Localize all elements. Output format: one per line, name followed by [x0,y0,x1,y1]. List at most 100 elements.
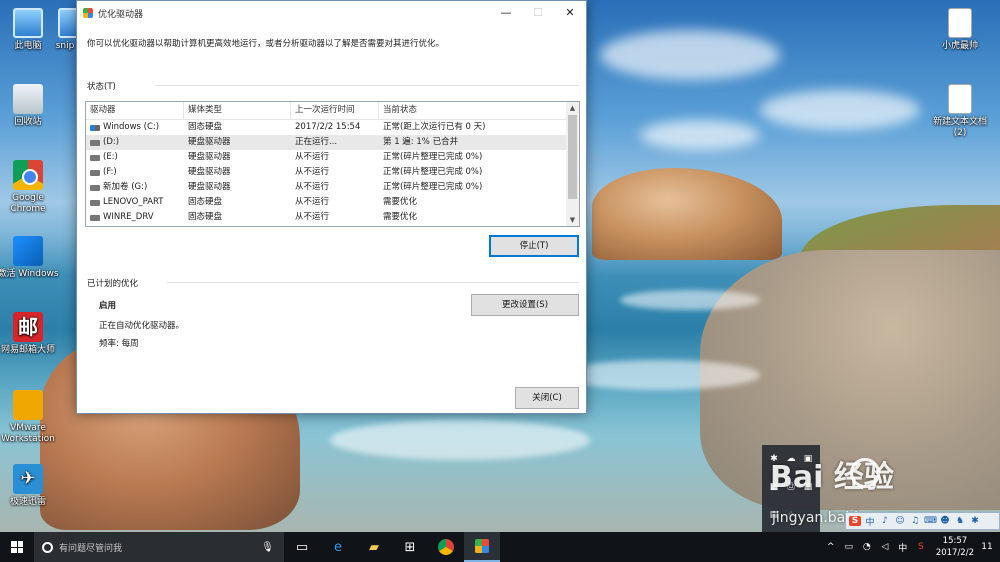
netease-mail-icon: 邮 [13,312,43,342]
volume-icon[interactable]: ◁ [878,542,892,552]
cortana-search-box[interactable]: 有问题尽管问我 🎙 [34,532,284,562]
column-header-drive[interactable]: 驱动器 [86,102,184,119]
search-placeholder: 有问题尽管问我 [59,543,123,554]
drive-row[interactable]: (F:) 硬盘驱动器 从不运行 正常(碎片整理已完成 0%) [86,165,579,180]
toolbox-icon[interactable]: ✱ [969,516,981,526]
clock-time: 15:57 [942,536,968,546]
stop-button[interactable]: 停止(T) [489,235,579,257]
drive-name: (D:) [103,137,120,147]
drive-row[interactable]: Windows (C:) 固态硬盘 2017/2/2 15:54 正常(距上次运行已有… [86,120,579,135]
media-type-cell: 硬盘驱动器 [188,137,231,147]
cloud [760,90,920,130]
desktop-icon-netease-mail[interactable]: 邮 网易邮箱大师 [0,312,60,356]
show-hidden-icons-icon[interactable]: ^ [824,542,838,552]
text-file-icon [948,84,972,114]
edge-icon[interactable]: e [320,532,356,562]
status-group-label: 状态(T) [87,82,116,92]
desktop-icon-text-file-1[interactable]: 小虎最帅 [928,8,992,52]
wifi-icon[interactable]: ◔ [860,542,874,552]
title-bar[interactable]: 优化驱动器 — ☐ ✕ [77,1,586,25]
store-icon[interactable]: ⊞ [392,532,428,562]
punctuation-icon[interactable]: ♪ [879,516,891,526]
drive-row[interactable]: 新加卷 (G:) 硬盘驱动器 从不运行 正常(碎片整理已完成 0%) [86,180,579,195]
start-button[interactable] [0,532,34,562]
scroll-up-icon[interactable]: ▲ [566,102,579,114]
hard-drive-icon [90,169,100,176]
column-header-media-type[interactable]: 媒体类型 [184,102,291,119]
drive-name-cell: 新加卷 (G:) [86,180,184,195]
hard-drive-icon [90,199,100,206]
file-explorer-icon[interactable]: ▰ [356,532,392,562]
list-header: 驱动器 媒体类型 上一次运行时间 当前状态 [86,102,579,120]
cloud [640,120,760,150]
divider [167,282,579,283]
desktop-icon-recycle-bin[interactable]: 回收站 [0,84,60,128]
last-run-cell: 从不运行 [295,182,330,192]
xunlei-icon: ✈ [13,464,43,494]
last-run-cell: 正在运行... [295,137,338,147]
recycle-bin-icon [13,84,43,114]
system-drive-icon [90,124,100,131]
chrome-taskbar-icon[interactable] [428,532,464,562]
task-view-icon[interactable]: ▭ [284,532,320,562]
user-icon[interactable]: ☻ [939,516,951,526]
ime-toolbar[interactable]: S 中 ♪ ☺ ♫ ⌨ ☻ ♞ ✱ [845,512,1000,530]
computer-icon [13,8,43,38]
clock[interactable]: 15:57 2017/2/2 [936,535,974,559]
sogou-logo-icon[interactable]: S [849,516,861,526]
schedule-description: 正在自动优化驱动器。 [99,321,185,331]
optimize-drives-window: 优化驱动器 — ☐ ✕ 你可以优化驱动器以帮助计算机更高效地运行，或者分析驱动器… [76,0,587,414]
scroll-thumb[interactable] [568,115,577,199]
keyboard-icon[interactable]: ⌨ [924,516,937,526]
wave-foam [330,420,590,460]
ime-mode[interactable]: 中 [864,515,876,528]
window-description: 你可以优化驱动器以帮助计算机更高效地运行，或者分析驱动器以了解是否需要对其进行优… [87,39,445,49]
scroll-down-icon[interactable]: ▼ [566,214,579,226]
desktop-icon-label: 极速迅雷 [9,497,46,507]
desktop-icon-chrome[interactable]: Google Chrome [0,160,60,215]
close-button[interactable]: 关闭(C) [515,387,579,409]
emoji-icon[interactable]: ☺ [894,516,906,526]
drive-name-cell: (D:) [86,135,184,150]
media-type-cell: 硬盘驱动器 [188,182,231,192]
drive-name: (E:) [103,152,118,162]
drives-list[interactable]: 驱动器 媒体类型 上一次运行时间 当前状态 Windows (C:) 固态硬盘 20… [85,101,580,227]
schedule-frequency: 频率: 每周 [99,339,139,349]
desktop-icon-label: 此电脑 [14,41,42,51]
drive-row[interactable]: (D:) 硬盘驱动器 正在运行... 第 1 遍: 1% 已合并 [86,135,579,150]
status-cell: 需要优化 [383,197,418,207]
drive-name-cell: WINRE_DRV [86,210,184,225]
desktop-icon-activate-windows[interactable]: 激活 Windows [0,236,60,280]
desktop-icon-label: 回收站 [14,117,42,127]
desktop-icon-vmware[interactable]: VMware Workstation [0,390,60,445]
minimize-button[interactable]: — [490,1,522,25]
skin-icon[interactable]: ♞ [954,516,966,526]
drive-name: 新加卷 (G:) [103,182,148,192]
media-type-cell: 固态硬盘 [188,212,223,222]
divider [155,85,579,86]
microphone-icon[interactable]: 🎙 [261,542,274,553]
hard-drive-icon [90,214,100,221]
column-header-last-run[interactable]: 上一次运行时间 [291,102,379,119]
voice-icon[interactable]: ♫ [909,516,921,526]
change-settings-button[interactable]: 更改设置(S) [471,294,579,316]
hard-drive-icon [90,139,100,146]
close-window-button[interactable]: ✕ [554,1,586,25]
action-center-icon[interactable]: 11 [978,538,996,556]
hard-drive-icon [90,154,100,161]
status-cell: 正常(碎片整理已完成 0%) [383,167,483,177]
notification-count: 11 [981,542,993,552]
desktop-icon-xunlei[interactable]: ✈ 极速迅雷 [0,464,60,508]
column-header-status[interactable]: 当前状态 [379,102,567,119]
drive-name-cell: (E:) [86,150,184,165]
hard-drive-icon [90,184,100,191]
drive-row[interactable]: WINRE_DRV 固态硬盘 从不运行 需要优化 [86,210,579,225]
sogou-tray-icon[interactable]: S [914,542,928,552]
drive-row[interactable]: LENOVO_PART 固态硬盘 从不运行 需要优化 [86,195,579,210]
ime-indicator[interactable]: 中 [896,541,910,554]
drive-row[interactable]: (E:) 硬盘驱动器 从不运行 正常(碎片整理已完成 0%) [86,150,579,165]
defrag-taskbar-icon[interactable] [464,532,500,562]
desktop-icon-text-file-2[interactable]: 新建文本文档 (2) [928,84,992,139]
battery-icon[interactable]: ▭ [842,542,856,552]
list-scrollbar[interactable]: ▲ ▼ [566,102,579,226]
